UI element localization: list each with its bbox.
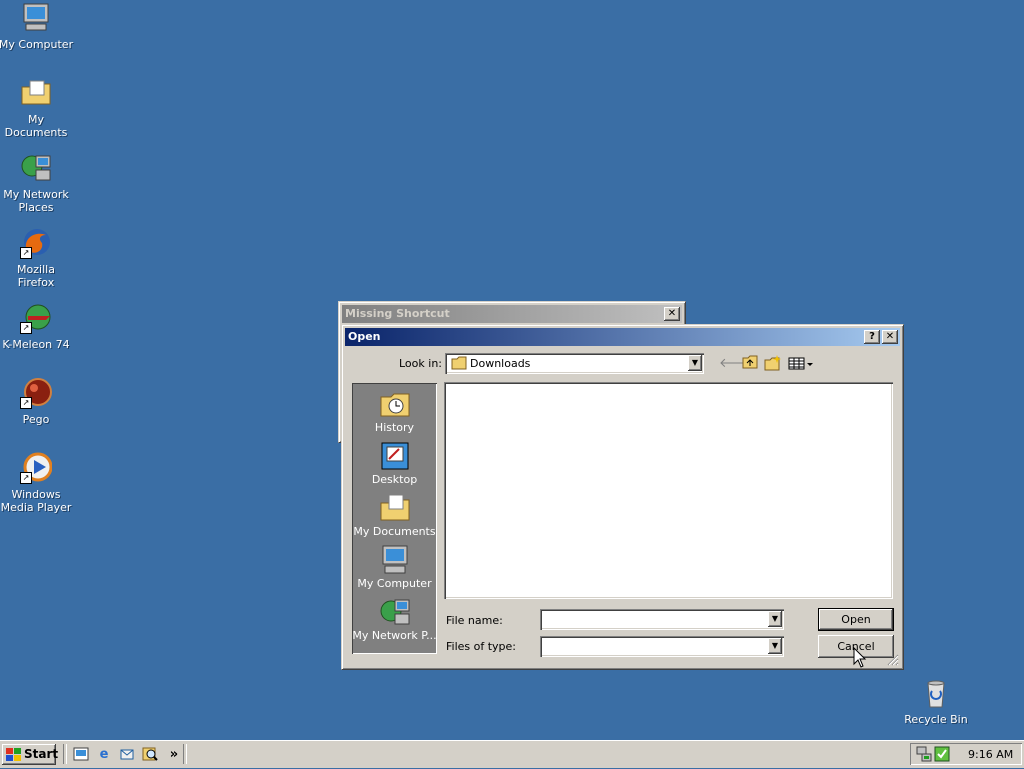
taskbar: Start e » 9:16 AM xyxy=(0,740,1024,768)
place-desktop[interactable]: Desktop xyxy=(352,441,437,486)
desktop-icon-label: Mozilla Firefox xyxy=(17,263,55,289)
desktop-icon-recycle-bin[interactable]: Recycle Bin xyxy=(898,677,974,726)
file-list[interactable] xyxy=(444,382,893,599)
desktop-icon-my-documents[interactable]: My Documents xyxy=(0,77,74,139)
look-in-value: Downloads xyxy=(470,357,531,370)
size-grip-icon[interactable] xyxy=(887,654,899,669)
place-history[interactable]: History xyxy=(352,389,437,434)
pego-icon: ↗ xyxy=(20,377,52,409)
desktop-icon-my-network-places[interactable]: My Network Places xyxy=(0,152,74,214)
desktop-icon-label: Recycle Bin xyxy=(904,713,968,726)
recycle-bin-icon xyxy=(920,677,952,709)
desktop-icon-k-meleon[interactable]: ↗ K-Meleon 74 xyxy=(0,302,74,351)
window-title: Missing Shortcut xyxy=(345,307,450,320)
up-folder-icon[interactable] xyxy=(741,355,759,373)
clock[interactable]: 9:16 AM xyxy=(968,748,1013,761)
place-label: Desktop xyxy=(371,473,418,486)
desktop-icon-pego[interactable]: ↗ Pego xyxy=(0,377,74,426)
shortcut-arrow-icon: ↗ xyxy=(20,322,32,334)
shortcut-arrow-icon: ↗ xyxy=(20,397,32,409)
kmeleon-icon: ↗ xyxy=(20,302,52,334)
chevron-down-icon[interactable]: ▼ xyxy=(688,355,702,371)
desktop-icon-label: My Network Places xyxy=(3,188,69,214)
desktop-icon-my-computer[interactable]: My Computer xyxy=(0,2,74,51)
desktop-icon-label: My Documents xyxy=(4,113,68,139)
folder-documents-icon xyxy=(20,77,52,109)
file-name-combo[interactable]: ▼ xyxy=(540,609,784,630)
internet-explorer-icon[interactable]: e xyxy=(95,746,113,764)
computer-icon xyxy=(20,2,52,34)
look-in-label: Look in: xyxy=(399,357,442,370)
back-arrow-icon[interactable]: 🡐 xyxy=(719,355,754,373)
desktop-icon-label: Pego xyxy=(22,413,50,426)
desktop-icon-label: Windows Media Player xyxy=(0,488,72,514)
shortcut-arrow-icon: ↗ xyxy=(20,472,32,484)
files-of-type-label: Files of type: xyxy=(446,640,517,653)
security-tray-icon[interactable] xyxy=(934,746,950,765)
desktop-icon-mozilla-firefox[interactable]: ↗ Mozilla Firefox xyxy=(0,227,74,289)
folder-icon xyxy=(451,356,467,373)
desktop-icon xyxy=(379,441,411,471)
media-player-icon: ↗ xyxy=(20,452,53,484)
open-dialog-titlebar[interactable]: Open ? ✕ xyxy=(345,328,900,346)
mouse-cursor-icon xyxy=(853,646,867,672)
file-name-label: File name: xyxy=(446,614,503,627)
desktop-icon-label: My Computer xyxy=(0,38,74,51)
start-label: Start xyxy=(24,747,59,761)
look-in-combo[interactable]: Downloads ▼ xyxy=(445,353,704,374)
my-network-icon xyxy=(379,597,411,627)
firefox-icon: ↗ xyxy=(20,227,52,259)
show-desktop-icon[interactable] xyxy=(72,746,90,764)
quick-launch-divider xyxy=(63,744,67,764)
new-folder-icon[interactable] xyxy=(764,355,782,373)
desktop-icon-label: K-Meleon 74 xyxy=(2,338,70,351)
missing-shortcut-titlebar[interactable]: Missing Shortcut ✕ xyxy=(342,305,682,323)
network-icon xyxy=(20,152,52,184)
network-tray-icon[interactable] xyxy=(916,746,932,765)
place-label: My Documents xyxy=(353,525,436,538)
files-of-type-combo[interactable]: ▼ xyxy=(540,636,784,657)
close-button[interactable]: ✕ xyxy=(882,330,898,344)
places-bar: History Desktop My Documents My Computer… xyxy=(352,383,437,654)
place-label: History xyxy=(374,421,415,434)
system-tray: 9:16 AM xyxy=(910,743,1022,765)
place-label: My Network P... xyxy=(352,629,437,642)
start-button[interactable]: Start xyxy=(2,744,59,765)
place-my-computer[interactable]: My Computer xyxy=(352,545,437,590)
desktop-icon-windows-media-player[interactable]: ↗ Windows Media Player xyxy=(0,452,74,514)
quick-launch-end-divider xyxy=(183,744,187,764)
chevron-down-icon[interactable]: ▼ xyxy=(768,638,782,654)
my-documents-icon xyxy=(379,493,411,523)
view-menu-icon[interactable] xyxy=(788,355,814,373)
open-button[interactable]: Open xyxy=(818,608,894,631)
history-icon xyxy=(379,389,411,419)
search-icon[interactable] xyxy=(141,746,159,764)
close-button[interactable]: ✕ xyxy=(664,307,680,321)
help-button[interactable]: ? xyxy=(864,330,880,344)
more-quick-launch-icon[interactable]: » xyxy=(165,746,183,764)
place-my-network[interactable]: My Network P... xyxy=(352,597,437,642)
window-title: Open xyxy=(348,330,381,343)
shortcut-arrow-icon: ↗ xyxy=(20,247,32,259)
place-my-documents[interactable]: My Documents xyxy=(352,493,437,538)
windows-logo-icon xyxy=(6,748,22,769)
outlook-express-icon[interactable] xyxy=(118,746,136,764)
chevron-down-icon[interactable]: ▼ xyxy=(768,611,782,627)
place-label: My Computer xyxy=(357,577,432,590)
my-computer-icon xyxy=(379,545,411,575)
